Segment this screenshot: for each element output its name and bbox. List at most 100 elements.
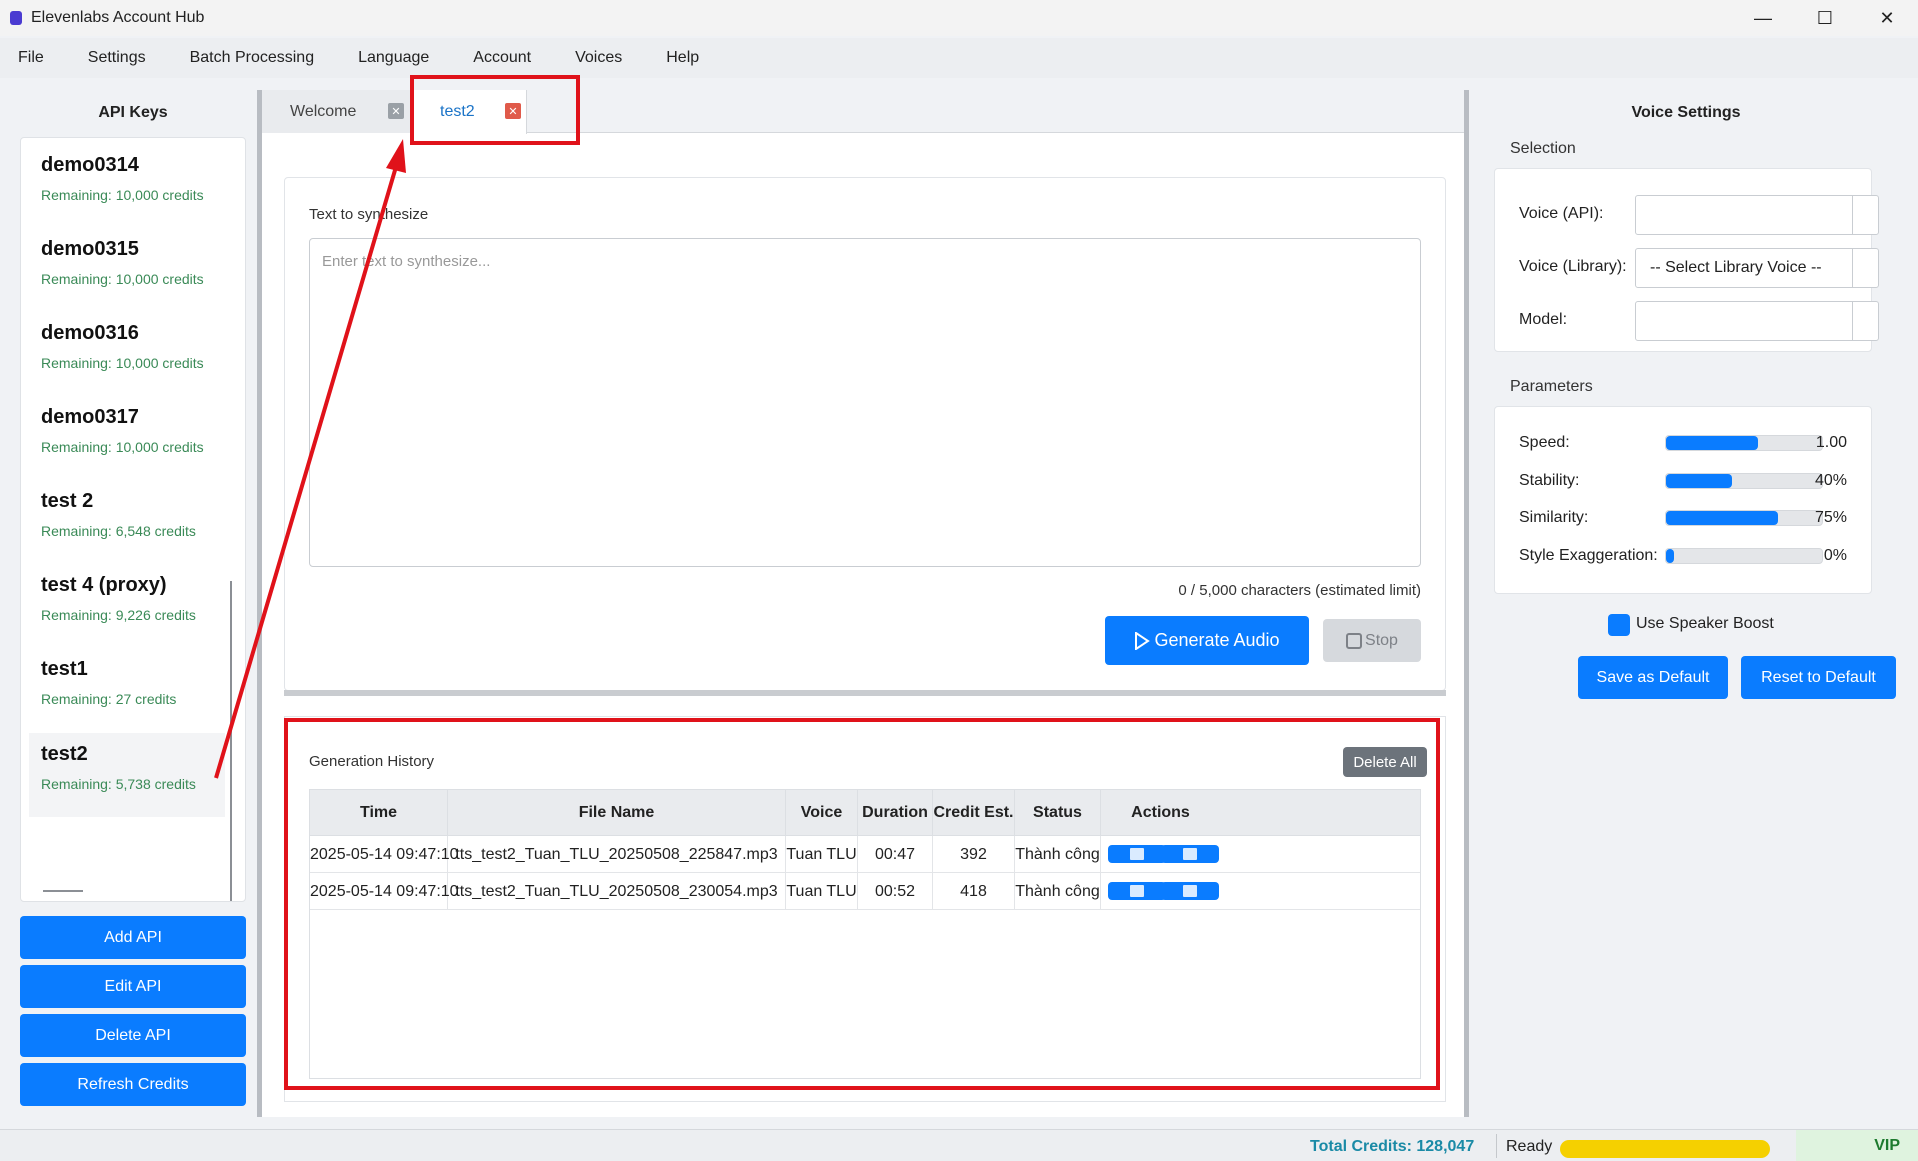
api-key-item-selected[interactable]: test2 Remaining: 5,738 credits (29, 733, 225, 817)
total-credits: Total Credits: 128,047 (1310, 1138, 1475, 1155)
menu-help[interactable]: Help (666, 49, 699, 67)
dropdown-arrow-icon (1852, 302, 1878, 340)
speed-slider[interactable] (1665, 435, 1823, 451)
window-title: Elevenlabs Account Hub (31, 9, 205, 26)
edit-api-button[interactable]: Edit API (20, 965, 246, 1008)
tts-panel: Text to synthesize Enter text to synthes… (284, 177, 1446, 691)
voice-api-select[interactable] (1635, 195, 1879, 235)
right-splitter[interactable] (1464, 90, 1469, 1117)
api-key-name: demo0315 (41, 238, 139, 260)
status-bar: Total Credits: 128,047 Ready VIP (0, 1129, 1918, 1161)
generate-audio-button[interactable]: Generate Audio (1105, 616, 1309, 665)
slider-fill (1666, 474, 1732, 488)
menu-voices[interactable]: Voices (575, 49, 622, 67)
close-tab-icon[interactable]: ✕ (388, 103, 404, 119)
menu-bar: File Settings Batch Processing Language … (0, 38, 1918, 78)
stop-icon (1346, 632, 1363, 649)
stability-label: Stability: (1519, 472, 1580, 489)
api-key-item[interactable]: demo0315 Remaining: 10,000 credits (29, 222, 225, 304)
section-separator (284, 690, 1446, 696)
api-key-name: test 4 (proxy) (41, 574, 167, 596)
api-key-item[interactable]: test 2 Remaining: 6,548 credits (29, 474, 225, 556)
tab-label: Welcome (290, 102, 357, 120)
close-window-button[interactable]: ✕ (1856, 0, 1918, 36)
dropdown-arrow-icon (1852, 249, 1878, 287)
model-label: Model: (1519, 311, 1568, 328)
add-api-button[interactable]: Add API (20, 916, 246, 959)
api-key-item[interactable]: demo0314 Remaining: 10,000 credits (29, 138, 225, 220)
speaker-boost-label: Use Speaker Boost (1636, 615, 1774, 632)
api-key-credits: Remaining: 10,000 credits (41, 187, 204, 203)
api-key-item[interactable]: demo0316 Remaining: 10,000 credits (29, 306, 225, 388)
status-ready: Ready (1506, 1138, 1553, 1155)
api-key-credits: Remaining: 9,226 credits (41, 607, 196, 623)
menu-account[interactable]: Account (473, 49, 531, 67)
similarity-slider[interactable] (1665, 510, 1823, 526)
api-key-credits: Remaining: 10,000 credits (41, 355, 204, 371)
voice-library-select[interactable]: -- Select Library Voice -- (1635, 248, 1879, 288)
dropdown-arrow-icon (1852, 196, 1878, 234)
model-select[interactable] (1635, 301, 1879, 341)
stability-slider[interactable] (1665, 473, 1823, 489)
style-exaggeration-label: Style Exaggeration: (1519, 547, 1658, 564)
speed-label: Speed: (1519, 434, 1570, 451)
title-bar: Elevenlabs Account Hub — ☐ ✕ (0, 0, 1918, 36)
api-key-credits: Remaining: 6,548 credits (41, 523, 196, 539)
api-key-name: test 2 (41, 490, 94, 512)
menu-file[interactable]: File (18, 49, 44, 67)
tts-text-input[interactable]: Enter text to synthesize... (309, 238, 1421, 567)
voice-library-value: -- Select Library Voice -- (1650, 259, 1822, 276)
menu-batch-processing[interactable]: Batch Processing (190, 49, 315, 67)
speaker-boost-checkbox[interactable] (1608, 614, 1630, 636)
character-count: 0 / 5,000 characters (estimated limit) (1178, 582, 1421, 599)
api-key-item[interactable]: demo0317 Remaining: 10,000 credits (29, 390, 225, 472)
stop-label: Stop (1365, 631, 1398, 649)
style-exaggeration-slider[interactable] (1665, 548, 1823, 564)
similarity-value: 75% (1814, 509, 1847, 526)
vip-badge: VIP (1796, 1130, 1918, 1161)
window-controls: — ☐ ✕ (1732, 0, 1918, 36)
api-key-credits: Remaining: 10,000 credits (41, 271, 204, 287)
maximize-button[interactable]: ☐ (1794, 0, 1856, 36)
stability-value: 40% (1814, 472, 1847, 489)
generate-audio-label: Generate Audio (1154, 630, 1280, 650)
similarity-label: Similarity: (1519, 509, 1589, 526)
slider-fill (1666, 549, 1674, 563)
menu-language[interactable]: Language (358, 49, 429, 67)
delete-api-button[interactable]: Delete API (20, 1014, 246, 1057)
voice-settings-panel: Voice Settings Selection Voice (API): Vo… (1474, 90, 1898, 1117)
annotation-box-history (284, 718, 1440, 1090)
api-key-item[interactable]: test1 Remaining: 27 credits (29, 642, 225, 724)
api-keys-list: demo0314 Remaining: 10,000 credits demo0… (20, 137, 246, 902)
refresh-credits-button[interactable]: Refresh Credits (20, 1063, 246, 1106)
tab-welcome[interactable]: Welcome ✕ (262, 90, 412, 133)
minimize-button[interactable]: — (1732, 0, 1794, 36)
reset-to-default-button[interactable]: Reset to Default (1741, 656, 1896, 699)
tts-label: Text to synthesize (309, 206, 429, 223)
stop-button[interactable]: Stop (1323, 619, 1421, 662)
selection-group-title: Selection (1510, 140, 1576, 157)
api-keys-panel: API Keys demo0314 Remaining: 10,000 cred… (20, 90, 246, 1106)
redacted-email (1560, 1140, 1770, 1158)
api-key-credits: Remaining: 5,738 credits (41, 776, 196, 792)
api-key-name: demo0314 (41, 154, 139, 176)
voice-settings-title: Voice Settings (1631, 104, 1741, 121)
speed-value: 1.00 (1815, 434, 1847, 451)
menu-settings[interactable]: Settings (88, 49, 146, 67)
app-logo-icon (10, 11, 22, 25)
vertical-scrollbar[interactable] (230, 581, 232, 901)
save-as-default-button[interactable]: Save as Default (1578, 656, 1728, 699)
parameters-group-title: Parameters (1510, 378, 1593, 395)
selection-group: Voice (API): Voice (Library): -- Select … (1494, 168, 1879, 352)
api-key-name: test2 (41, 743, 88, 765)
api-key-item[interactable]: test 4 (proxy) Remaining: 9,226 credits (29, 558, 225, 640)
style-exaggeration-value: 0% (1823, 547, 1847, 564)
api-key-credits: Remaining: 27 credits (41, 691, 177, 707)
annotation-box-tab (410, 75, 580, 145)
horizontal-scrollbar[interactable] (43, 890, 83, 892)
api-key-name: test1 (41, 658, 88, 680)
slider-fill (1666, 436, 1759, 450)
api-key-name: demo0317 (41, 406, 139, 428)
api-keys-title: API Keys (98, 104, 168, 121)
api-key-credits: Remaining: 10,000 credits (41, 439, 204, 455)
